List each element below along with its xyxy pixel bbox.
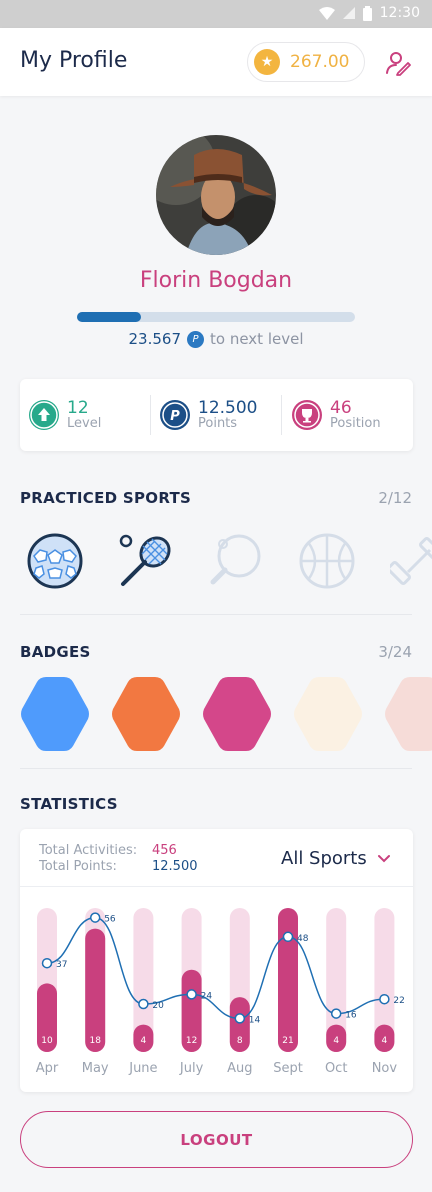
battery-icon — [362, 5, 372, 21]
x-axis-label: June — [128, 1061, 157, 1076]
totals: Total Activities: 456 Total Points: 12.500 — [39, 843, 198, 875]
bar-value-label: 10 — [41, 1036, 53, 1046]
bar-value-label: 4 — [141, 1036, 147, 1046]
divider — [150, 395, 151, 435]
points-to-next: 23.567 — [128, 330, 182, 348]
badge-hexagon[interactable] — [384, 677, 432, 751]
trend-value-label: 14 — [249, 1015, 261, 1025]
bar-value-label: 21 — [282, 1036, 293, 1046]
x-axis-label: Oct — [325, 1061, 347, 1076]
sports-filter-dropdown[interactable]: All Sports — [281, 848, 391, 869]
coin-icon: ★ — [254, 49, 280, 75]
points-icon: P — [187, 330, 204, 348]
sports-section-title: PRACTICED SPORTS — [20, 489, 192, 507]
badges-section-title: BADGES — [20, 643, 91, 661]
trend-point — [186, 989, 197, 1000]
stat-level-label: Level — [67, 415, 102, 431]
profile-stats-card: 12 Level P 12.500 Points 46 Position — [20, 379, 413, 451]
activity-chart: 10 Apr 18 May 4 June 12 July 8 Aug 21 Sept 4 Oct 4 Nov 3… — [36, 908, 405, 1076]
coins-balance[interactable]: ★ 267.00 — [247, 42, 365, 82]
trend-value-label: 22 — [393, 996, 404, 1006]
trend-value-label: 16 — [345, 1011, 357, 1021]
trend-value-label: 56 — [104, 915, 116, 925]
sports-count: 2/12 — [378, 489, 412, 507]
x-axis-label: Aug — [227, 1061, 252, 1076]
stat-level: 12 Level — [29, 397, 101, 433]
coins-value: 267.00 — [290, 52, 350, 72]
total-points-label: Total Points: — [39, 859, 117, 874]
stat-position: 46 Position — [292, 397, 381, 433]
tennis-icon[interactable] — [117, 532, 175, 590]
trend-point — [41, 957, 53, 969]
page-title: My Profile — [20, 48, 128, 73]
trend-value-label: 48 — [297, 934, 309, 944]
trend-value-label: 20 — [152, 1001, 164, 1011]
trend-point — [89, 912, 101, 923]
badge-hexagon[interactable] — [111, 677, 181, 751]
next-level-label: to next level — [210, 330, 304, 348]
total-activities-value: 456 — [152, 843, 177, 858]
divider — [20, 768, 412, 769]
total-activities-label: Total Activities: — [39, 843, 138, 858]
fitness-icon[interactable] — [390, 532, 432, 590]
basketball-icon[interactable] — [298, 532, 356, 590]
app-bar: My Profile ★ 267.00 — [0, 28, 432, 96]
bar-value-label: 12 — [186, 1036, 197, 1046]
points-icon: P — [160, 400, 190, 430]
x-axis-label: Apr — [36, 1061, 59, 1076]
stat-position-label: Position — [330, 415, 381, 431]
level-progress-fill — [77, 312, 141, 322]
status-bar: 12:30 — [0, 0, 432, 28]
svg-text:P: P — [170, 409, 180, 424]
badge-hexagon[interactable] — [20, 677, 90, 751]
stat-points-label: Points — [198, 415, 238, 431]
x-axis-label: May — [82, 1061, 109, 1076]
trend-value-label: 37 — [56, 960, 67, 970]
chevron-down-icon — [377, 855, 390, 863]
x-axis-label: July — [179, 1061, 204, 1076]
profile-name: Florin Bogdan — [139, 268, 293, 293]
trend-point — [234, 1013, 246, 1024]
edit-profile-icon[interactable] — [385, 50, 411, 76]
level-progress-bar — [77, 312, 355, 322]
next-level-info: 23.567 P to next level — [0, 330, 432, 348]
x-axis-label: Nov — [372, 1061, 398, 1076]
ping-pong-icon[interactable] — [207, 532, 265, 590]
logout-button[interactable]: LOGOUT — [20, 1111, 413, 1168]
stat-points-value: 12.500 — [198, 397, 258, 418]
stat-level-value: 12 — [67, 397, 89, 418]
bar — [85, 928, 106, 1052]
trend-point — [138, 998, 149, 1010]
bar — [278, 908, 298, 1052]
trophy-icon — [292, 400, 322, 430]
sports-filter-value: All Sports — [281, 848, 367, 869]
stat-position-value: 46 — [330, 397, 352, 418]
status-time: 12:30 — [379, 5, 420, 21]
badge-hexagon[interactable] — [202, 677, 272, 751]
trend-point — [379, 993, 390, 1005]
statistics-section-title: STATISTICS — [20, 795, 118, 813]
x-axis-label: Sept — [273, 1061, 303, 1076]
wifi-icon — [318, 6, 335, 20]
signal-icon — [342, 7, 355, 19]
divider — [20, 614, 412, 615]
trend-value-label: 24 — [201, 991, 213, 1001]
football-icon[interactable] — [26, 532, 84, 590]
trend-point — [330, 1008, 342, 1019]
statistics-header: Total Activities: 456 Total Points: 12.500… — [20, 829, 413, 887]
bar-value-label: 4 — [333, 1036, 339, 1046]
arrow-up-icon — [29, 400, 59, 430]
statistics-card: Total Activities: 456 Total Points: 12.500… — [20, 829, 413, 1092]
trend-point — [282, 931, 294, 943]
badges-count: 3/24 — [378, 643, 412, 661]
badge-hexagon[interactable] — [293, 677, 363, 751]
total-points-value: 12.500 — [152, 859, 198, 874]
bar-value-label: 18 — [89, 1036, 101, 1046]
stat-points: P 12.500 Points — [160, 397, 257, 433]
bar-value-label: 8 — [237, 1036, 243, 1046]
avatar[interactable] — [156, 135, 276, 255]
bar-value-label: 4 — [382, 1036, 388, 1046]
divider — [281, 395, 282, 435]
